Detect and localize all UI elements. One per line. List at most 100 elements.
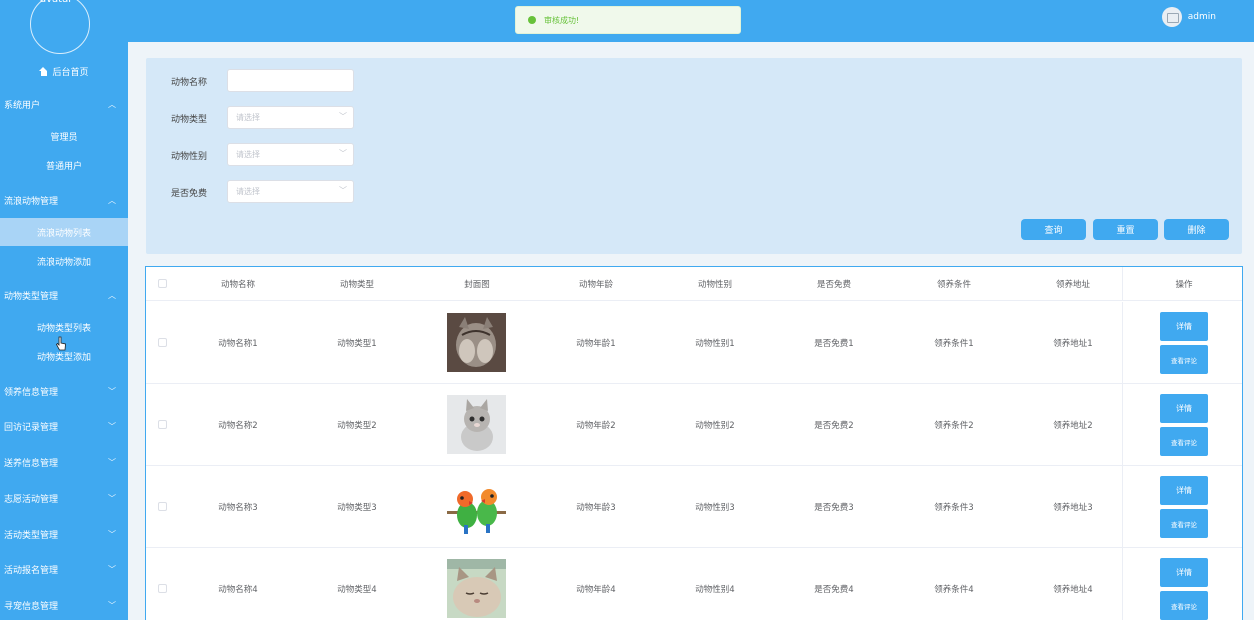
sidebar-group-lost-pet-info[interactable]: 寻宠信息管理 ﹀ (0, 590, 128, 620)
column-header: 领养条件 (936, 280, 972, 290)
cell-age: 动物年龄4 (576, 585, 616, 595)
table-row: 动物名称3 动物类型3 动物年龄3 动物性别3 是否免费3 领养条件3 领养地址… (146, 466, 1242, 548)
animal-type-select[interactable]: 请选择 ﹀ (227, 106, 354, 129)
sidebar-group-animal-types[interactable]: 动物类型管理 ︿ (0, 280, 128, 310)
cell-gender: 动物性别4 (695, 585, 735, 595)
reset-button[interactable]: 重置 (1093, 219, 1158, 240)
row-checkbox[interactable] (158, 584, 167, 593)
cell-address: 领养地址4 (1053, 585, 1093, 595)
detail-button[interactable]: 详情 (1160, 394, 1208, 423)
view-comments-button[interactable]: 查看评论 (1160, 345, 1208, 374)
detail-button[interactable]: 详情 (1160, 476, 1208, 505)
sidebar-item-admins[interactable]: 管理员 (0, 122, 128, 150)
cell-name: 动物名称1 (218, 339, 258, 349)
sidebar-item-label: 普通用户 (45, 161, 82, 172)
cell-age: 动物年龄2 (576, 421, 616, 431)
sidebar-group-label: 领养信息管理 (4, 387, 59, 398)
cell-gender: 动物性别2 (695, 421, 735, 431)
image-icon (1161, 7, 1182, 27)
sidebar: avatar 后台首页 系统用户 ︿ 管理员 普通用户 流浪动物管理 ︿ 流浪动… (0, 0, 128, 620)
sidebar-group-label: 系统用户 (4, 100, 41, 111)
sidebar-item-label: 管理员 (50, 132, 78, 143)
select-placeholder: 请选择 (236, 187, 260, 196)
avatar-label: avatar (40, 0, 72, 5)
sidebar-group-label: 活动报名管理 (4, 565, 59, 576)
cover-image-cat-paws (447, 313, 506, 372)
delete-button[interactable]: 删除 (1164, 219, 1229, 240)
animal-gender-select[interactable]: 请选择 ﹀ (227, 143, 354, 166)
select-all-checkbox[interactable] (158, 279, 167, 288)
cell-gender: 动物性别3 (695, 503, 735, 513)
column-header: 操作 (1175, 280, 1193, 290)
chevron-up-icon: ︿ (108, 290, 116, 300)
cover-image-sleepy-cat (447, 559, 506, 618)
table-row: 动物名称4 动物类型4 动物年龄4 动物性别4 是否免费4 领养条件4 领养地址… (146, 548, 1242, 620)
cell-age: 动物年龄3 (576, 503, 616, 513)
cell-condition: 领养条件2 (934, 421, 974, 431)
view-comments-button[interactable]: 查看评论 (1160, 509, 1208, 538)
user-menu[interactable]: admin (1161, 7, 1216, 27)
check-circle-icon (528, 16, 536, 24)
search-label-name: 动物名称 (171, 78, 208, 88)
cell-free: 是否免费2 (814, 421, 854, 431)
search-button[interactable]: 查询 (1021, 219, 1086, 240)
cell-free: 是否免费4 (814, 585, 854, 595)
is-free-select[interactable]: 请选择 ﹀ (227, 180, 354, 203)
select-placeholder: 请选择 (236, 113, 260, 122)
view-comments-button[interactable]: 查看评论 (1160, 427, 1208, 456)
row-checkbox[interactable] (158, 420, 167, 429)
sidebar-group-activity-types[interactable]: 活动类型管理 ﹀ (0, 519, 128, 549)
sidebar-group-volunteer-activities[interactable]: 志愿活动管理 ﹀ (0, 483, 128, 513)
column-header: 封面图 (464, 280, 490, 290)
row-checkbox[interactable] (158, 338, 167, 347)
avatar (30, 0, 90, 54)
animal-name-input[interactable] (227, 69, 354, 92)
username: admin (1187, 12, 1216, 22)
column-header: 领养地址 (1055, 280, 1091, 290)
sidebar-group-label: 志愿活动管理 (4, 494, 59, 505)
sidebar-item-label: 动物类型列表 (36, 323, 91, 334)
cell-free: 是否免费3 (814, 503, 854, 513)
sidebar-group-activity-signup[interactable]: 活动报名管理 ﹀ (0, 554, 128, 584)
sidebar-group-label: 寻宠信息管理 (4, 601, 59, 612)
cell-condition: 领养条件4 (934, 585, 974, 595)
sidebar-group-adoption-info[interactable]: 领养信息管理 ﹀ (0, 376, 128, 406)
detail-button[interactable]: 详情 (1160, 312, 1208, 341)
chevron-down-icon: ﹀ (108, 564, 116, 574)
sidebar-item-home[interactable]: 后台首页 (0, 62, 128, 80)
cell-condition: 领养条件3 (934, 503, 974, 513)
success-toast: 审核成功! (515, 6, 741, 34)
sidebar-item-label: 后台首页 (52, 67, 89, 78)
chevron-up-icon: ︿ (108, 99, 116, 109)
search-label-gender: 动物性别 (171, 152, 208, 162)
cover-image-parrots (447, 477, 506, 536)
cell-name: 动物名称2 (218, 421, 258, 431)
sidebar-group-rehoming-info[interactable]: 送养信息管理 ﹀ (0, 447, 128, 477)
view-comments-button[interactable]: 查看评论 (1160, 591, 1208, 620)
actions-cell: 详情 查看评论 (1122, 466, 1242, 547)
actions-cell: 详情 查看评论 (1122, 302, 1242, 383)
hand-cursor-icon (56, 336, 66, 351)
actions-cell: 详情 查看评论 (1122, 548, 1242, 620)
animal-table: 动物名称 动物类型 封面图 动物年龄 动物性别 是否免费 领养条件 领养地址 操… (145, 266, 1243, 620)
sidebar-group-stray-animals[interactable]: 流浪动物管理 ︿ (0, 185, 128, 215)
sidebar-item-users[interactable]: 普通用户 (0, 151, 128, 179)
table-header: 动物名称 动物类型 封面图 动物年龄 动物性别 是否免费 领养条件 领养地址 操… (146, 267, 1242, 301)
chevron-down-icon: ﹀ (339, 149, 347, 158)
row-checkbox[interactable] (158, 502, 167, 511)
sidebar-item-stray-animal-list[interactable]: 流浪动物列表 (0, 218, 128, 246)
column-header: 动物年龄 (578, 280, 614, 290)
cell-name: 动物名称4 (218, 585, 258, 595)
search-panel: 动物名称 动物类型 请选择 ﹀ 动物性别 请选择 ﹀ 是否免费 请选择 ﹀ 查询… (146, 58, 1242, 254)
chevron-down-icon: ﹀ (108, 493, 116, 503)
sidebar-group-system-users[interactable]: 系统用户 ︿ (0, 89, 128, 119)
sidebar-item-stray-animal-add[interactable]: 流浪动物添加 (0, 247, 128, 275)
cell-address: 领养地址2 (1053, 421, 1093, 431)
cell-type: 动物类型2 (337, 421, 377, 431)
sidebar-group-visit-records[interactable]: 回访记录管理 ﹀ (0, 411, 128, 441)
cell-type: 动物类型1 (337, 339, 377, 349)
chevron-down-icon: ﹀ (339, 186, 347, 195)
detail-button[interactable]: 详情 (1160, 558, 1208, 587)
chevron-down-icon: ﹀ (108, 386, 116, 396)
search-label-type: 动物类型 (171, 115, 208, 125)
